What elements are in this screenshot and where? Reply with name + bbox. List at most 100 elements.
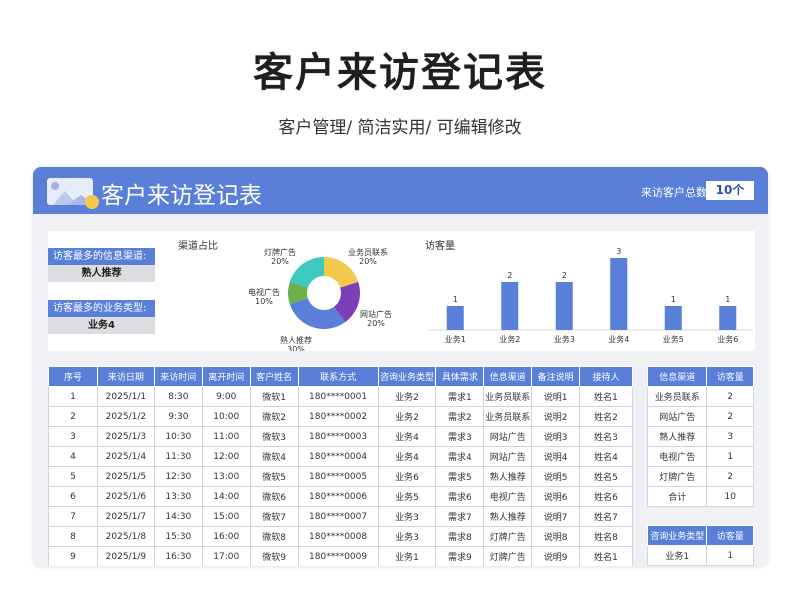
register-cell[interactable]: 13:00 — [201, 466, 251, 487]
register-cell[interactable]: 业务员联系 — [483, 386, 533, 407]
register-cell[interactable]: 180****0004 — [297, 446, 379, 467]
register-cell[interactable]: 2025/1/9 — [96, 546, 155, 566]
register-cell[interactable]: 2025/1/5 — [96, 466, 155, 487]
register-cell[interactable]: 4 — [48, 446, 98, 467]
register-cell[interactable]: 2025/1/1 — [96, 386, 155, 407]
register-cell[interactable]: 10:30 — [153, 426, 203, 447]
register-cell[interactable]: 网站广告 — [483, 426, 533, 447]
bar[interactable] — [719, 306, 737, 330]
register-cell[interactable]: 灯牌广告 — [483, 526, 533, 547]
register-cell[interactable]: 姓名5 — [579, 466, 633, 487]
register-cell[interactable]: 微软1 — [249, 386, 299, 407]
register-cell[interactable]: 熟人推荐 — [483, 466, 533, 487]
register-cell[interactable]: 180****0005 — [297, 466, 379, 487]
register-cell[interactable]: 姓名7 — [579, 506, 633, 527]
register-cell[interactable]: 8 — [48, 526, 98, 547]
register-cell[interactable]: 需求1 — [435, 386, 485, 407]
register-cell[interactable]: 姓名3 — [579, 426, 633, 447]
channel-cell[interactable]: 灯牌广告 — [646, 466, 708, 487]
top-channel-value[interactable]: 熟人推荐 — [48, 265, 155, 282]
register-cell[interactable]: 12:30 — [153, 466, 203, 487]
register-cell[interactable]: 9 — [48, 546, 98, 566]
register-cell[interactable]: 6 — [48, 486, 98, 507]
register-cell[interactable]: 姓名1 — [579, 546, 633, 566]
register-cell[interactable]: 业务2 — [377, 406, 437, 427]
register-cell[interactable]: 电视广告 — [483, 486, 533, 507]
register-cell[interactable]: 说明2 — [531, 406, 581, 427]
register-cell[interactable]: 业务3 — [377, 506, 437, 527]
register-cell[interactable]: 16:00 — [201, 526, 251, 547]
register-cell[interactable]: 业务6 — [377, 466, 437, 487]
register-cell[interactable]: 16:30 — [153, 546, 203, 566]
register-cell[interactable]: 需求5 — [435, 466, 485, 487]
register-cell[interactable]: 微软4 — [249, 446, 299, 467]
channel-cell[interactable]: 网站广告 — [646, 406, 708, 427]
business-cell[interactable]: 1 — [706, 545, 754, 566]
donut-slice[interactable] — [289, 298, 346, 329]
donut-slice[interactable] — [324, 257, 359, 288]
channel-cell[interactable]: 合计 — [646, 486, 708, 507]
register-cell[interactable]: 微软3 — [249, 426, 299, 447]
register-cell[interactable]: 灯牌广告 — [483, 546, 533, 566]
register-cell[interactable]: 2025/1/3 — [96, 426, 155, 447]
register-cell[interactable]: 10:00 — [201, 406, 251, 427]
top-business-value[interactable]: 业务4 — [48, 317, 155, 334]
bar[interactable] — [501, 282, 519, 330]
channel-cell[interactable]: 2 — [706, 406, 754, 427]
register-cell[interactable]: 业务3 — [377, 526, 437, 547]
register-cell[interactable]: 说明6 — [531, 486, 581, 507]
register-cell[interactable]: 需求3 — [435, 426, 485, 447]
register-cell[interactable]: 业务4 — [377, 446, 437, 467]
register-cell[interactable]: 微软8 — [249, 526, 299, 547]
register-cell[interactable]: 需求4 — [435, 446, 485, 467]
register-cell[interactable]: 2025/1/7 — [96, 506, 155, 527]
bar[interactable] — [664, 306, 682, 330]
register-cell[interactable]: 业务1 — [377, 546, 437, 566]
register-cell[interactable]: 业务4 — [377, 426, 437, 447]
register-cell[interactable]: 2025/1/2 — [96, 406, 155, 427]
register-cell[interactable]: 业务员联系 — [483, 406, 533, 427]
register-cell[interactable]: 14:30 — [153, 506, 203, 527]
register-cell[interactable]: 15:00 — [201, 506, 251, 527]
register-cell[interactable]: 姓名4 — [579, 446, 633, 467]
register-cell[interactable]: 微软6 — [249, 486, 299, 507]
channel-cell[interactable]: 熟人推荐 — [646, 426, 708, 447]
register-cell[interactable]: 需求2 — [435, 406, 485, 427]
total-visitors-value[interactable]: 10个 — [706, 181, 754, 200]
channel-cell[interactable]: 业务员联系 — [646, 386, 708, 407]
register-cell[interactable]: 说明9 — [531, 546, 581, 566]
register-cell[interactable]: 需求9 — [435, 546, 485, 566]
register-cell[interactable]: 13:30 — [153, 486, 203, 507]
register-cell[interactable]: 微软2 — [249, 406, 299, 427]
register-cell[interactable]: 业务2 — [377, 386, 437, 407]
register-cell[interactable]: 180****0001 — [297, 386, 379, 407]
channel-cell[interactable]: 1 — [706, 446, 754, 467]
register-cell[interactable]: 需求7 — [435, 506, 485, 527]
register-cell[interactable]: 7 — [48, 506, 98, 527]
register-cell[interactable]: 2 — [48, 406, 98, 427]
register-cell[interactable]: 14:00 — [201, 486, 251, 507]
bar[interactable] — [555, 282, 573, 330]
register-cell[interactable]: 180****0003 — [297, 426, 379, 447]
register-cell[interactable]: 姓名2 — [579, 406, 633, 427]
register-cell[interactable]: 网站广告 — [483, 446, 533, 467]
register-cell[interactable]: 11:30 — [153, 446, 203, 467]
register-cell[interactable]: 需求6 — [435, 486, 485, 507]
register-cell[interactable]: 说明1 — [531, 386, 581, 407]
register-cell[interactable]: 微软5 — [249, 466, 299, 487]
register-cell[interactable]: 需求8 — [435, 526, 485, 547]
register-cell[interactable]: 180****0009 — [297, 546, 379, 566]
register-cell[interactable]: 微软9 — [249, 546, 299, 566]
register-cell[interactable]: 2025/1/8 — [96, 526, 155, 547]
bar[interactable] — [610, 258, 628, 330]
register-cell[interactable]: 微软7 — [249, 506, 299, 527]
channel-cell[interactable]: 3 — [706, 426, 754, 447]
register-cell[interactable]: 8:30 — [153, 386, 203, 407]
register-cell[interactable]: 9:30 — [153, 406, 203, 427]
register-cell[interactable]: 17:00 — [201, 546, 251, 566]
register-cell[interactable]: 180****0007 — [297, 506, 379, 527]
register-cell[interactable]: 业务5 — [377, 486, 437, 507]
register-cell[interactable]: 180****0006 — [297, 486, 379, 507]
register-cell[interactable]: 11:00 — [201, 426, 251, 447]
register-cell[interactable]: 2025/1/4 — [96, 446, 155, 467]
